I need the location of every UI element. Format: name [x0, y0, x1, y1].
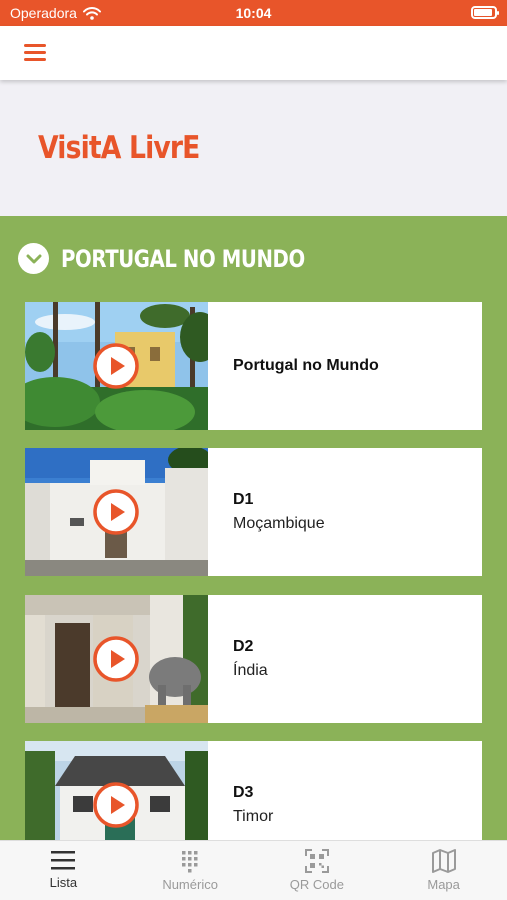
- thumbnail-image: [25, 595, 208, 723]
- app-logo: VisitA LivrE: [38, 130, 200, 166]
- logo-band: VisitA LivrE: [0, 80, 507, 216]
- list-item[interactable]: Portugal no Mundo: [25, 302, 482, 430]
- battery-icon: [471, 6, 499, 19]
- list-item[interactable]: D2 Índia: [25, 595, 482, 723]
- tab-label: Numérico: [162, 877, 218, 892]
- battery-fill: [474, 9, 492, 16]
- tab-label: Mapa: [427, 877, 460, 892]
- tab-bar: Lista Numérico QR Code Mapa: [0, 840, 507, 900]
- item-code: D1: [233, 491, 254, 508]
- list-item[interactable]: D3 Timor: [25, 741, 482, 840]
- thumbnail-image: [25, 448, 208, 576]
- item-title: Moçambique: [233, 515, 325, 532]
- item-title: Índia: [233, 662, 268, 679]
- tab-qr-code[interactable]: QR Code: [254, 841, 381, 900]
- thumbnail-image: [25, 741, 208, 840]
- map-icon: [431, 849, 456, 873]
- item-code: D2: [233, 638, 254, 655]
- clock: 10:04: [235, 5, 272, 21]
- list-icon: [51, 851, 76, 870]
- tour-list: PORTUGAL NO MUNDO Portugal no Mundo D1 M…: [0, 216, 507, 840]
- tab-label: QR Code: [289, 877, 344, 892]
- item-code: D3: [233, 784, 254, 801]
- hamburger-icon[interactable]: [24, 42, 46, 62]
- tab-numerico[interactable]: Numérico: [127, 841, 254, 900]
- play-icon[interactable]: [93, 343, 139, 389]
- play-icon[interactable]: [93, 489, 139, 535]
- thumbnail-image: [25, 302, 208, 430]
- tab-lista[interactable]: Lista: [0, 841, 127, 900]
- section-title: PORTUGAL NO MUNDO: [61, 244, 305, 273]
- qr-code-icon: [304, 849, 329, 873]
- item-title: Timor: [233, 808, 274, 825]
- status-bar: Operadora 10:04: [0, 0, 507, 26]
- item-title: Portugal no Mundo: [233, 357, 379, 374]
- tab-mapa[interactable]: Mapa: [380, 841, 507, 900]
- play-icon[interactable]: [93, 782, 139, 828]
- app-bar: [0, 26, 507, 80]
- list-item[interactable]: D1 Moçambique: [25, 448, 482, 576]
- chevron-down-icon: [18, 243, 49, 274]
- tab-label: Lista: [49, 875, 78, 890]
- keypad-icon: [182, 851, 198, 873]
- section-header[interactable]: PORTUGAL NO MUNDO: [18, 243, 358, 274]
- play-icon[interactable]: [93, 636, 139, 682]
